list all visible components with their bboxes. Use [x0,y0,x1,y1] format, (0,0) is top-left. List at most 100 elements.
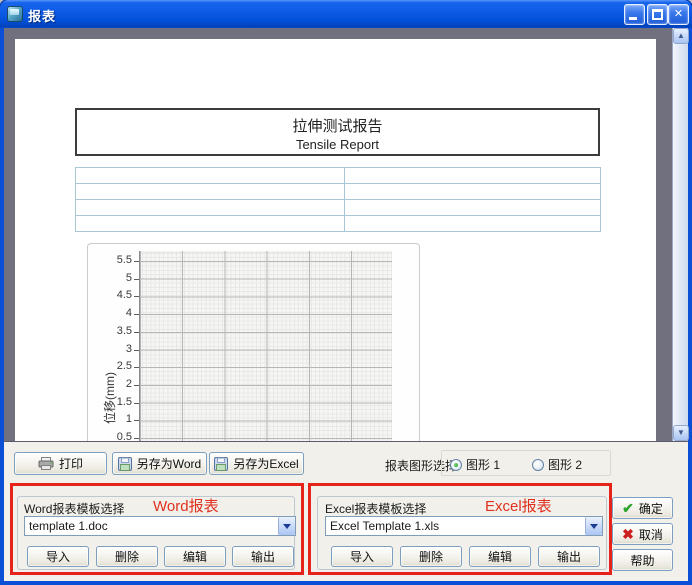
save-icon [214,457,228,471]
table-row [76,216,601,232]
table-row [76,184,601,200]
chart-tick-label: 1.5 [88,396,132,408]
radio-icon [450,459,462,471]
chart-tick-label: 1 [88,413,132,425]
chart-tick-label: 5.5 [88,254,132,266]
excel-template-select[interactable]: Excel Template 1.xls [325,516,603,536]
app-icon [7,6,23,22]
printer-icon [38,457,54,470]
chart-tick-mark [134,296,139,297]
word-export-button[interactable]: 输出 [232,546,294,567]
word-annotation: Word报表 [153,495,219,516]
minimize-button[interactable] [624,4,645,25]
chart-tick-label: 0.5 [88,431,132,441]
chart-tick-mark [134,367,139,368]
radio-graph-1[interactable]: 图形 1 [450,456,500,473]
save-as-excel-label: 另存为Excel [233,455,298,472]
word-template-dropdown-button[interactable] [278,517,295,535]
report-title-box: 拉伸测试报告 Tensile Report [75,108,600,156]
titlebar: 报表 ✕ [0,0,692,28]
chart-tick-label: 2.5 [88,360,132,372]
table-cell [345,184,601,200]
report-page: 拉伸测试报告 Tensile Report 位移(mm) 5.554.543.5… [15,39,656,441]
chart-tick-mark [134,350,139,351]
excel-template-value: Excel Template 1.xls [326,519,585,533]
chart-plot [139,251,392,441]
word-import-button[interactable]: 导入 [27,546,89,567]
bottom-panel: 打印 另存为Word 另存为Excel 报表图形选择 图形 1 图形 2 Wor… [4,441,688,581]
radio-graph-2-label: 图形 2 [548,456,582,473]
excel-edit-button[interactable]: 编辑 [469,546,531,567]
chart-tick-label: 2 [88,378,132,390]
save-as-word-button[interactable]: 另存为Word [112,452,207,475]
chart-tick-mark [134,438,139,439]
chart-tick-label: 5 [88,272,132,284]
save-as-excel-button[interactable]: 另存为Excel [209,452,304,475]
report-title-en: Tensile Report [77,137,598,152]
print-button-label: 打印 [59,455,83,472]
excel-template-highlight: Excel报表模板选择 Excel报表 Excel Template 1.xls… [308,483,612,575]
x-icon: ✖ [622,526,634,543]
ok-button-label: 确定 [639,500,663,517]
radio-icon [532,459,544,471]
word-template-value: template 1.doc [25,519,278,533]
help-button[interactable]: 帮助 [612,549,673,571]
save-as-word-label: 另存为Word [137,455,201,472]
chart-tick-label: 3.5 [88,325,132,337]
word-delete-button[interactable]: 删除 [96,546,158,567]
table-cell [345,168,601,184]
preview-area: 拉伸测试报告 Tensile Report 位移(mm) 5.554.543.5… [4,28,688,441]
scroll-up-button[interactable]: ▲ [673,28,689,44]
ok-button[interactable]: ✔ 确定 [612,497,673,519]
chart-tick-mark [134,420,139,421]
graph-radio-group: 图形 1 图形 2 [441,450,611,476]
cancel-button[interactable]: ✖ 取消 [612,523,673,545]
radio-graph-1-label: 图形 1 [466,456,500,473]
vertical-scrollbar[interactable]: ▲ ▼ [672,28,688,441]
excel-annotation: Excel报表 [485,495,552,516]
maximize-icon [652,9,663,20]
report-chart: 位移(mm) 5.554.543.532.521.510.5 [87,243,420,441]
table-cell [76,200,345,216]
chart-tick-label: 3 [88,343,132,355]
scroll-down-button[interactable]: ▼ [673,425,689,441]
table-cell [76,184,345,200]
table-cell [76,168,345,184]
excel-export-button[interactable]: 输出 [538,546,600,567]
window-title: 报表 [28,6,56,25]
excel-template-dropdown-button[interactable] [585,517,602,535]
print-button[interactable]: 打印 [14,452,107,475]
excel-delete-button[interactable]: 删除 [400,546,462,567]
chart-tick-label: 4.5 [88,289,132,301]
radio-graph-2[interactable]: 图形 2 [532,456,582,473]
report-dialog-window: 报表 ✕ 拉伸测试报告 Tensile Report 位移(mm) 5.554.… [0,0,692,585]
table-row [76,200,601,216]
chart-tick-label: 4 [88,307,132,319]
table-cell [76,216,345,232]
chevron-down-icon [283,524,291,529]
check-icon: ✔ [622,500,634,517]
chart-tick-mark [134,332,139,333]
excel-template-label: Excel报表模板选择 [325,500,426,517]
close-icon: ✕ [674,8,683,20]
scroll-up-icon: ▲ [677,31,685,40]
chart-tick-mark [134,314,139,315]
maximize-button[interactable] [647,4,668,25]
chart-tick-mark [134,279,139,280]
word-template-select[interactable]: template 1.doc [24,516,296,536]
table-row [76,168,601,184]
word-edit-button[interactable]: 编辑 [164,546,226,567]
chart-tick-mark [134,403,139,404]
word-template-label: Word报表模板选择 [24,500,124,517]
save-icon [118,457,132,471]
close-button[interactable]: ✕ [668,4,689,25]
excel-import-button[interactable]: 导入 [331,546,393,567]
minimize-icon [629,17,637,20]
report-info-table-body [76,168,601,232]
chart-tick-mark [134,261,139,262]
cancel-button-label: 取消 [639,526,663,543]
chart-tick-mark [134,385,139,386]
help-button-label: 帮助 [630,552,654,569]
word-template-highlight: Word报表模板选择 Word报表 template 1.doc 导入 删除 编… [10,483,304,575]
chevron-down-icon [590,524,598,529]
